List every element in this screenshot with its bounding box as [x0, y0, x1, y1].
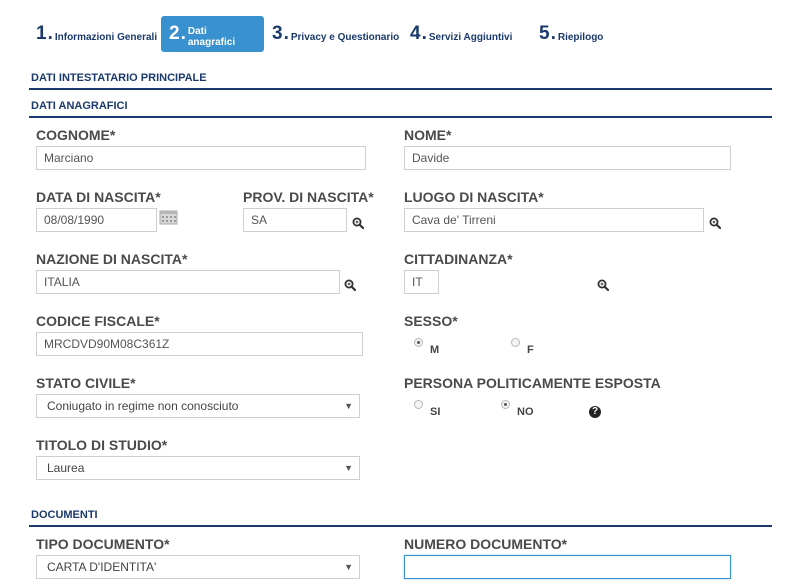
luogo-nascita-label: LUOGO DI NASCITA*	[404, 189, 544, 205]
section-header-anagrafici: DATI ANAGRAFICI	[29, 100, 772, 118]
step-informazioni-generali[interactable]: 1. Informazioni Generali	[28, 16, 165, 52]
pep-option-no-label: NO	[517, 406, 534, 418]
step-label: Informazioni Generali	[54, 31, 158, 43]
cognome-input[interactable]	[36, 146, 366, 170]
nazione-nascita-label: NAZIONE DI NASCITA*	[36, 251, 188, 267]
step-label: Privacy e Questionario	[290, 31, 400, 43]
step-label: Servizi Aggiuntivi	[428, 31, 513, 43]
sesso-radio-m[interactable]	[414, 338, 423, 347]
tipo-documento-select[interactable]: CARTA D'IDENTITA' ▼	[36, 555, 360, 579]
step-dati-anagrafici[interactable]: 2. Dati anagrafici	[161, 16, 264, 52]
pep-option-si-label: SI	[430, 406, 441, 418]
codice-fiscale-input[interactable]	[36, 332, 363, 356]
step-label: Dati anagrafici	[187, 26, 236, 48]
nazione-nascita-input[interactable]	[36, 270, 340, 294]
pep-label: PERSONA POLITICAMENTE ESPOSTA	[404, 375, 661, 391]
magnifier-icon[interactable]	[344, 279, 356, 291]
tipo-documento-label: TIPO DOCUMENTO*	[36, 536, 170, 552]
question-icon[interactable]: ?	[589, 406, 601, 418]
stato-civile-select[interactable]: Coniugato in regime non conosciuto ▼	[36, 394, 360, 418]
step-number: 1	[36, 23, 47, 44]
prov-nascita-input[interactable]	[243, 208, 347, 232]
step-privacy-questionario[interactable]: 3. Privacy e Questionario	[264, 16, 407, 52]
section-title: DOCUMENTI	[31, 509, 98, 521]
select-value: Laurea	[47, 461, 85, 475]
magnifier-icon[interactable]	[352, 217, 364, 229]
chevron-down-icon: ▼	[344, 562, 353, 572]
codice-fiscale-label: CODICE FISCALE*	[36, 313, 160, 329]
section-title: DATI INTESTATARIO PRINCIPALE	[31, 72, 207, 84]
sesso-option-m-label: M	[430, 344, 440, 356]
sesso-option-f-label: F	[527, 344, 534, 356]
nome-input[interactable]	[404, 146, 731, 170]
luogo-nascita-input[interactable]	[404, 208, 704, 232]
step-number: 5	[539, 23, 550, 44]
step-number: 3	[272, 23, 283, 44]
data-nascita-input[interactable]	[36, 208, 157, 232]
cittadinanza-input[interactable]	[404, 270, 439, 294]
sesso-radio-f[interactable]	[511, 338, 520, 347]
calendar-icon[interactable]	[159, 209, 178, 225]
pep-radio-si[interactable]	[414, 400, 423, 409]
step-riepilogo[interactable]: 5. Riepilogo	[531, 16, 611, 52]
numero-documento-input[interactable]	[404, 555, 731, 579]
prov-nascita-label: PROV. DI NASCITA*	[243, 189, 374, 205]
magnifier-icon[interactable]	[597, 279, 609, 291]
cittadinanza-label: CITTADINANZA*	[404, 251, 513, 267]
step-label: Riepilogo	[557, 31, 604, 43]
step-number: 4	[410, 23, 421, 44]
pep-radio-no[interactable]	[501, 400, 510, 409]
step-number: 2	[169, 23, 180, 44]
chevron-down-icon: ▼	[344, 401, 353, 411]
titolo-studio-label: TITOLO DI STUDIO*	[36, 437, 168, 453]
chevron-down-icon: ▼	[344, 463, 353, 473]
titolo-studio-select[interactable]: Laurea ▼	[36, 456, 360, 480]
stato-civile-label: STATO CIVILE*	[36, 375, 136, 391]
sesso-label: SESSO*	[404, 313, 458, 329]
select-value: Coniugato in regime non conosciuto	[47, 399, 239, 413]
step-servizi-aggiuntivi[interactable]: 4. Servizi Aggiuntivi	[402, 16, 520, 52]
section-header-intestatario: DATI INTESTATARIO PRINCIPALE	[29, 72, 772, 90]
magnifier-icon[interactable]	[709, 217, 721, 229]
select-value: CARTA D'IDENTITA'	[47, 560, 157, 574]
numero-documento-label: NUMERO DOCUMENTO*	[404, 536, 568, 552]
data-nascita-label: DATA DI NASCITA*	[36, 189, 161, 205]
cognome-label: COGNOME*	[36, 127, 116, 143]
nome-label: NOME*	[404, 127, 452, 143]
section-title: DATI ANAGRAFICI	[31, 100, 128, 112]
section-header-documenti: DOCUMENTI	[29, 509, 772, 527]
